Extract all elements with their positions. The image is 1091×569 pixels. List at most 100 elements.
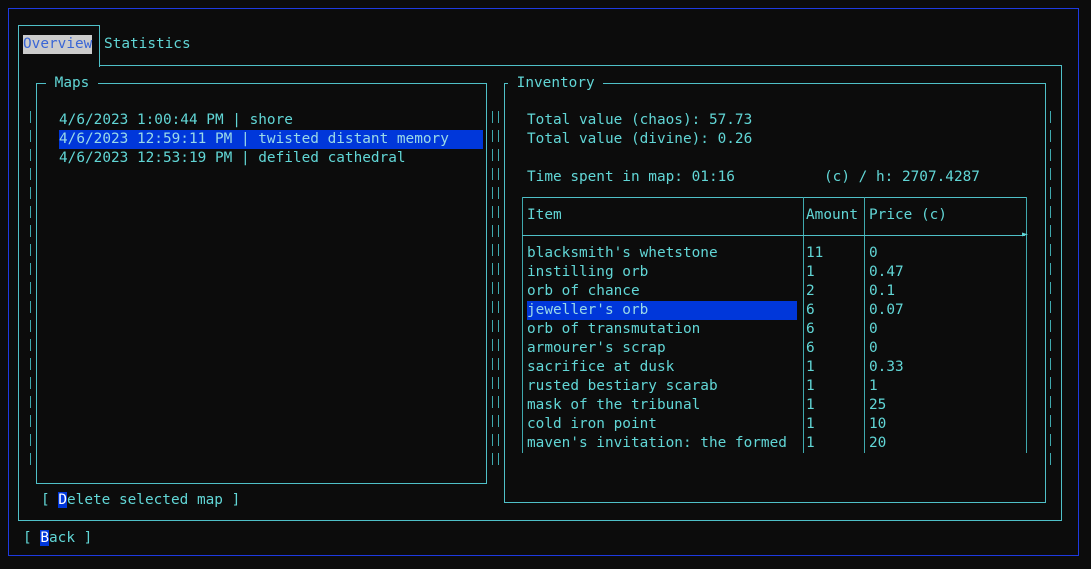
price-cell: 25 [869,397,887,413]
price-cell: 0 [869,245,878,261]
frame-dash [498,244,499,256]
frame-dash [492,358,493,370]
frame-dash [30,244,31,256]
frame-dash [1050,415,1051,427]
delete-selected-map-button[interactable]: [ Delete selected map ] [41,491,240,510]
frame-dash [1050,225,1051,237]
frame-dash [30,377,31,389]
frame-dash [492,168,493,180]
frame-dash [30,263,31,275]
frame-dash [498,320,499,332]
frame-dash [1050,187,1051,199]
inventory-row[interactable]: orb of transmutation 6 0 [522,320,1027,339]
inventory-row[interactable]: mask of the tribunal 1 25 [522,396,1027,415]
frame-dash [492,244,493,256]
inventory-row[interactable]: sacrifice at dusk 1 0.33 [522,358,1027,377]
maps-panel-title: Maps [46,74,98,93]
tab-overview[interactable]: Overview [23,35,93,54]
inventory-row[interactable]: rusted bestiary scarab 1 1 [522,377,1027,396]
frame-dash [1050,434,1051,446]
amount-cell: 11 [806,245,824,261]
column-header-price[interactable]: Price (c) [869,206,947,225]
back-button[interactable]: [ Back ] [23,529,92,548]
frame-dash [498,415,499,427]
frame-dash [492,301,493,313]
item-name-cell: orb of transmutation [527,321,701,337]
frame-dash [492,263,493,275]
frame-dash [30,453,31,465]
inventory-row[interactable]: blacksmith's whetstone 11 0 [522,244,1027,263]
map-entry[interactable]: 4/6/2023 1:00:44 PM | shore [59,111,483,130]
amount-cell: 2 [806,283,815,299]
map-entry[interactable]: 4/6/2023 12:53:19 PM | defiled cathedral [59,149,483,168]
item-name-cell: mask of the tribunal [527,397,701,413]
frame-dash [498,377,499,389]
amount-cell: 6 [806,302,815,318]
frame-dash [498,149,499,161]
frame-dash [498,396,499,408]
amount-cell: 1 [806,378,815,394]
inventory-row[interactable]: cold iron point 1 10 [522,415,1027,434]
column-header-item[interactable]: Item [527,206,562,225]
frame-dash [492,111,493,123]
frame-dash [1050,377,1051,389]
time-spent-in-map: Time spent in map: 01:16 [527,169,735,185]
inventory-row[interactable]: armourer's scrap 6 0 [522,339,1027,358]
frame-dash [492,282,493,294]
frame-dash [492,149,493,161]
price-cell: 0 [869,321,878,337]
map-entry-selected[interactable]: 4/6/2023 12:59:11 PM | twisted distant m… [59,130,483,149]
inventory-row[interactable]: maven's invitation: the formed 1 20 [522,434,1027,453]
frame-dash [1050,396,1051,408]
frame-dash [1050,168,1051,180]
frame-dash [492,377,493,389]
item-name-cell: instilling orb [527,264,649,280]
frame-dash [498,187,499,199]
column-header-amount[interactable]: Amount [806,206,858,225]
inventory-row[interactable]: instilling orb 1 0.47 [522,263,1027,282]
item-name-cell: rusted bestiary scarab [527,378,718,394]
chaos-per-hour: (c) / h: 2707.4287 [824,169,980,185]
price-cell: 20 [869,435,887,451]
price-cell: 0.33 [869,359,904,375]
item-name-cell: blacksmith's whetstone [527,245,718,261]
price-cell: 10 [869,416,887,432]
frame-dash [1050,263,1051,275]
frame-dash [498,206,499,218]
frame-dash [498,453,499,465]
frame-dash [492,320,493,332]
price-cell: 0.07 [869,302,904,318]
frame-dash [1050,320,1051,332]
frame-dash [30,396,31,408]
item-name-cell: orb of chance [527,283,640,299]
tab-statistics[interactable]: Statistics [104,35,191,54]
frame-dash [498,434,499,446]
inventory-row-selected[interactable]: jeweller's orb 6 0.07 [522,301,1027,320]
frame-dash [30,301,31,313]
frame-dash [30,434,31,446]
price-cell: 0.1 [869,283,895,299]
item-name-cell: maven's invitation: the formed [527,435,787,451]
total-value-chaos: Total value (chaos): 57.73 [527,112,753,128]
frame-dash [492,434,493,446]
frame-dash [498,358,499,370]
table-scroll-arrow-icon: ► [1022,229,1029,240]
price-cell: 1 [869,378,878,394]
frame-dash [1050,453,1051,465]
inventory-row[interactable]: orb of chance 2 0.1 [522,282,1027,301]
maps-list[interactable]: 4/6/2023 1:00:44 PM | shore 4/6/2023 12:… [59,111,483,168]
frame-dash [492,206,493,218]
item-name-cell: cold iron point [527,416,657,432]
frame-dash [30,149,31,161]
item-name-cell: armourer's scrap [527,340,666,356]
frame-dash [492,187,493,199]
table-header-separator [522,235,1025,236]
left-edge-dashes [26,83,32,483]
price-cell: 0.47 [869,264,904,280]
inventory-table-body[interactable]: blacksmith's whetstone 11 0 instilling orb 1… [522,244,1027,453]
frame-dash [498,301,499,313]
frame-dash [30,130,31,142]
price-cell: 0 [869,340,878,356]
frame-dash [492,225,493,237]
amount-cell: 6 [806,321,815,337]
